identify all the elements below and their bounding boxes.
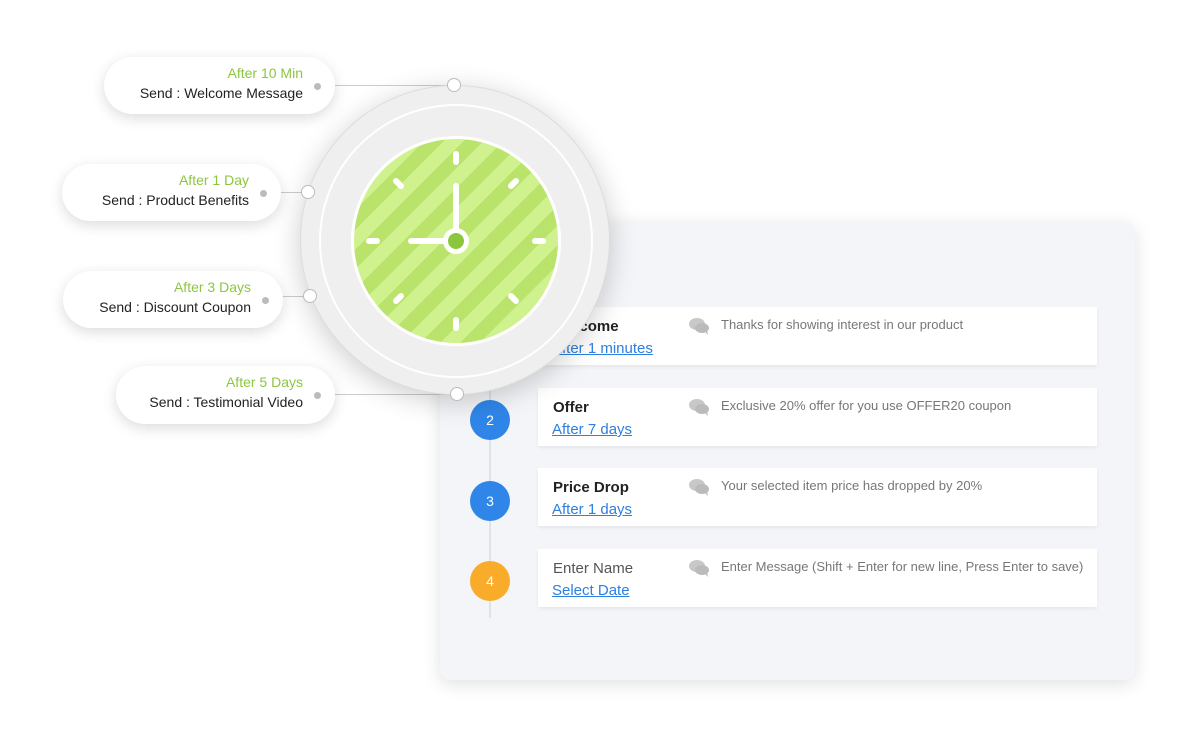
pill-action: Send : Product Benefits bbox=[101, 192, 249, 208]
schedule-pill-3: After 3 Days Send : Discount Coupon bbox=[63, 271, 283, 328]
pill-dot bbox=[260, 190, 267, 197]
pill-timing: After 10 Min bbox=[227, 65, 303, 81]
select-date-link[interactable]: Select Date bbox=[552, 582, 630, 599]
sequence-row-4[interactable]: Enter Name Select Date Enter Message (Sh… bbox=[538, 549, 1097, 607]
sequence-row-1[interactable]: Welcome After 1 minutes Thanks for showi… bbox=[538, 307, 1097, 365]
chat-icon bbox=[689, 560, 709, 577]
timeline-knob bbox=[301, 185, 315, 199]
row-name[interactable]: Price Drop bbox=[553, 479, 629, 496]
pill-action: Send : Testimonial Video bbox=[149, 394, 303, 410]
pill-timing: After 3 Days bbox=[173, 279, 251, 295]
row-message[interactable]: Exclusive 20% offer for you use OFFER20 … bbox=[721, 398, 1011, 413]
step-badge-3: 3 bbox=[470, 481, 510, 521]
pill-timing: After 1 Day bbox=[178, 172, 249, 188]
row-name[interactable]: Offer bbox=[553, 399, 589, 416]
step-badge-2: 2 bbox=[470, 400, 510, 440]
row-message-input[interactable]: Enter Message (Shift + Enter for new lin… bbox=[721, 559, 1083, 574]
row-delay-link[interactable]: After 1 days bbox=[552, 501, 632, 518]
row-delay-link[interactable]: After 7 days bbox=[552, 421, 632, 438]
step-badge-4: 4 bbox=[470, 561, 510, 601]
pill-dot bbox=[262, 297, 269, 304]
timeline-knob bbox=[447, 78, 461, 92]
row-name-input[interactable]: Enter Name bbox=[553, 560, 633, 577]
chat-icon bbox=[689, 399, 709, 416]
chat-icon bbox=[689, 479, 709, 496]
schedule-pill-2: After 1 Day Send : Product Benefits bbox=[62, 164, 281, 221]
pill-action: Send : Welcome Message bbox=[139, 85, 303, 101]
chat-icon bbox=[689, 318, 709, 335]
timeline-knob bbox=[303, 289, 317, 303]
sequence-row-2[interactable]: Offer After 7 days Exclusive 20% offer f… bbox=[538, 388, 1097, 446]
row-message[interactable]: Your selected item price has dropped by … bbox=[721, 478, 982, 493]
pill-action: Send : Discount Coupon bbox=[99, 299, 251, 315]
timeline-knob bbox=[450, 387, 464, 401]
sequence-row-3[interactable]: Price Drop After 1 days Your selected it… bbox=[538, 468, 1097, 526]
clock-illustration bbox=[300, 85, 610, 395]
pill-timing: After 5 Days bbox=[225, 374, 303, 390]
clock-icon bbox=[319, 104, 593, 378]
row-message[interactable]: Thanks for showing interest in our produ… bbox=[721, 317, 963, 332]
